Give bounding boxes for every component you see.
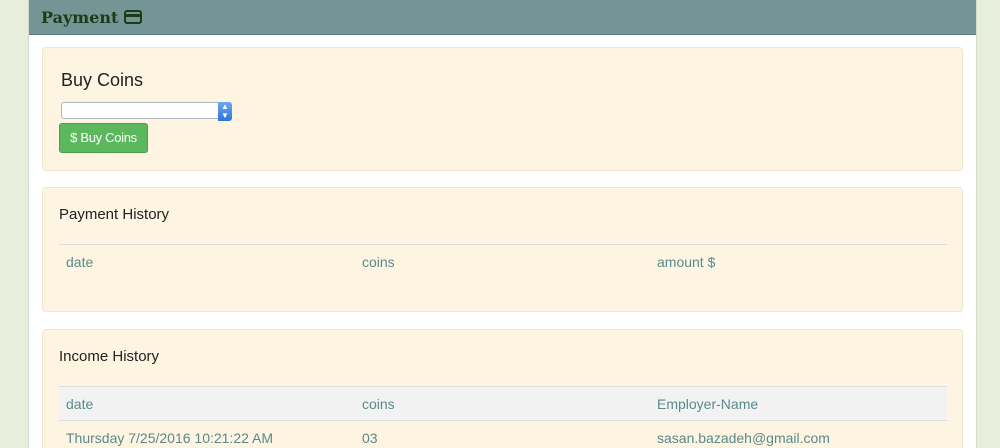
- payment-history-title: Payment History: [59, 206, 170, 223]
- column-header-employer: Employer-Name: [657, 395, 759, 412]
- page-title: Payment: [41, 7, 119, 27]
- buy-coins-button[interactable]: $ Buy Coins: [59, 123, 148, 153]
- column-header-coins: coins: [362, 253, 395, 270]
- buy-coins-panel: Buy Coins ▲ ▼ $ Buy Coins: [42, 47, 963, 171]
- coin-package-select[interactable]: ▲ ▼: [61, 102, 232, 121]
- column-header-date: date: [66, 395, 94, 412]
- income-history-panel: Income History date coins Employer-Name …: [42, 329, 963, 448]
- table-header-row: date coins Employer-Name: [59, 387, 947, 421]
- column-header-date: date: [66, 253, 94, 270]
- income-history-title: Income History: [59, 348, 160, 365]
- payment-history-table: date coins amount $: [59, 244, 947, 278]
- buy-coins-title: Buy Coins: [61, 70, 144, 90]
- table-header-row: date coins amount $: [59, 245, 947, 278]
- column-header-coins: coins: [362, 395, 395, 412]
- income-history-table: date coins Employer-Name Thursday 7/25/2…: [59, 386, 947, 448]
- cell-employer-name: sasan.bazadeh@gmail.com: [657, 429, 830, 446]
- credit-card-icon: [124, 10, 143, 24]
- cell-coins: 03: [362, 429, 378, 446]
- cell-date: Thursday 7/25/2016 10:21:22 AM: [66, 429, 274, 446]
- select-chevron-icon: ▲ ▼: [218, 102, 232, 121]
- payment-history-panel: Payment History date coins amount $: [42, 187, 963, 312]
- page-header: Payment: [29, 0, 976, 35]
- column-header-amount: amount $: [657, 253, 716, 270]
- table-row: Thursday 7/25/2016 10:21:22 AM 03 sasan.…: [59, 421, 947, 448]
- payment-page: Payment Buy Coins ▲ ▼ $ Buy Coins Payment…: [28, 0, 977, 448]
